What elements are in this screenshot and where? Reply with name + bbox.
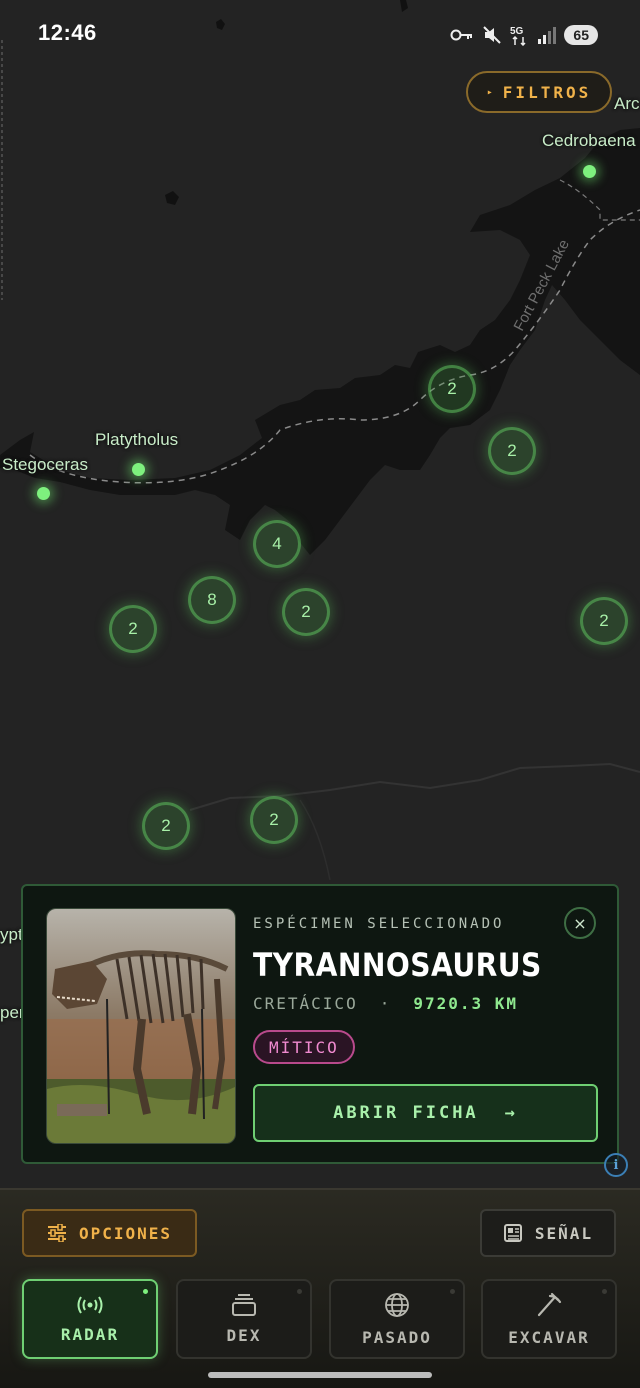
meta-separator: · xyxy=(379,994,392,1013)
key-icon xyxy=(450,29,473,41)
tab-indicator xyxy=(602,1289,607,1294)
tab-dex-label: DEX xyxy=(226,1325,262,1345)
newspaper-icon xyxy=(503,1224,522,1242)
tab-dex[interactable]: DEX xyxy=(176,1279,312,1359)
battery-icon: 65 xyxy=(564,25,598,45)
close-button[interactable]: × xyxy=(564,907,596,939)
arrow-right-icon: → xyxy=(504,1103,518,1123)
globe-icon xyxy=(385,1292,409,1317)
place-label-stegoceras: Stegoceras xyxy=(2,455,88,474)
place-label-platytholus: Platytholus xyxy=(95,430,179,449)
signal-button[interactable]: SEÑAL xyxy=(480,1209,616,1257)
map-cluster[interactable]: 2 xyxy=(109,605,157,653)
map-cluster[interactable]: 2 xyxy=(428,365,476,413)
close-icon: × xyxy=(573,913,587,933)
specimen-marker[interactable] xyxy=(583,165,596,178)
specimen-meta: CRETÁCICO · 9720.3 KM xyxy=(253,994,518,1013)
place-label-cedrobaena: Cedrobaena xyxy=(542,131,636,150)
status-time: 12:46 xyxy=(38,20,97,45)
specimen-photo xyxy=(46,908,236,1144)
tab-indicator xyxy=(297,1289,302,1294)
options-button[interactable]: OPCIONES xyxy=(22,1209,197,1257)
map-cluster[interactable]: 2 xyxy=(488,427,536,475)
pickaxe-icon xyxy=(537,1292,562,1316)
signal-icon xyxy=(538,27,557,44)
play-triangle-icon: ▸ xyxy=(486,86,493,98)
info-icon[interactable]: i xyxy=(604,1153,628,1177)
5g-icon: 5G xyxy=(510,26,526,46)
map-cluster[interactable]: 2 xyxy=(250,796,298,844)
radar-icon xyxy=(77,1295,103,1314)
sliders-icon xyxy=(47,1224,66,1242)
tab-excavar[interactable]: EXCAVAR xyxy=(481,1279,617,1359)
map[interactable]: Fort Peck Lake xyxy=(0,0,640,1386)
map-cluster[interactable]: 2 xyxy=(580,597,628,645)
home-indicator[interactable] xyxy=(208,1372,432,1378)
signal-label: SEÑAL xyxy=(534,1223,594,1243)
specimen-period: CRETÁCICO xyxy=(253,994,358,1013)
specimen-marker[interactable] xyxy=(132,463,145,476)
tab-excavar-label: EXCAVAR xyxy=(508,1327,590,1347)
map-cluster[interactable]: 4 xyxy=(253,520,301,568)
card-kicker: ESPÉCIMEN SELECCIONADO xyxy=(253,916,505,932)
filters-button[interactable]: ▸ FILTROS xyxy=(466,71,612,113)
svg-text:5G: 5G xyxy=(510,26,524,37)
specimen-card: ESPÉCIMEN SELECCIONADO × TYRANNOSAURUS C… xyxy=(21,884,619,1164)
filters-label: FILTROS xyxy=(502,82,592,102)
place-label-arc: Arc xyxy=(614,94,640,113)
open-record-button[interactable]: ABRIR FICHA → xyxy=(253,1084,598,1142)
specimen-title: TYRANNOSAURUS xyxy=(253,946,542,984)
tab-pasado-label: PASADO xyxy=(362,1327,432,1347)
map-cluster[interactable]: 2 xyxy=(282,588,330,636)
status-bar: 12:46 5G 65 xyxy=(0,0,640,70)
tab-radar-label: RADAR xyxy=(60,1324,120,1344)
specimen-marker[interactable] xyxy=(37,487,50,500)
tab-indicator xyxy=(450,1289,455,1294)
cards-icon xyxy=(232,1293,256,1316)
specimen-distance: 9720.3 KM xyxy=(413,994,519,1013)
map-cluster[interactable]: 8 xyxy=(188,576,236,624)
tab-radar[interactable]: RADAR xyxy=(22,1279,158,1359)
map-cluster[interactable]: 2 xyxy=(142,802,190,850)
open-record-label: ABRIR FICHA xyxy=(333,1103,479,1123)
rarity-badge: MÍTICO xyxy=(253,1030,355,1064)
tab-pasado[interactable]: PASADO xyxy=(329,1279,465,1359)
dinosaur-skeleton-photo xyxy=(47,909,235,1143)
mute-icon xyxy=(483,26,502,44)
tab-indicator xyxy=(143,1289,148,1294)
options-label: OPCIONES xyxy=(78,1223,173,1243)
status-icons: 5G 65 xyxy=(450,22,598,48)
bottom-dock: OPCIONES SEÑAL RADAR DEX PASADO EXCAVAR xyxy=(0,1188,640,1388)
